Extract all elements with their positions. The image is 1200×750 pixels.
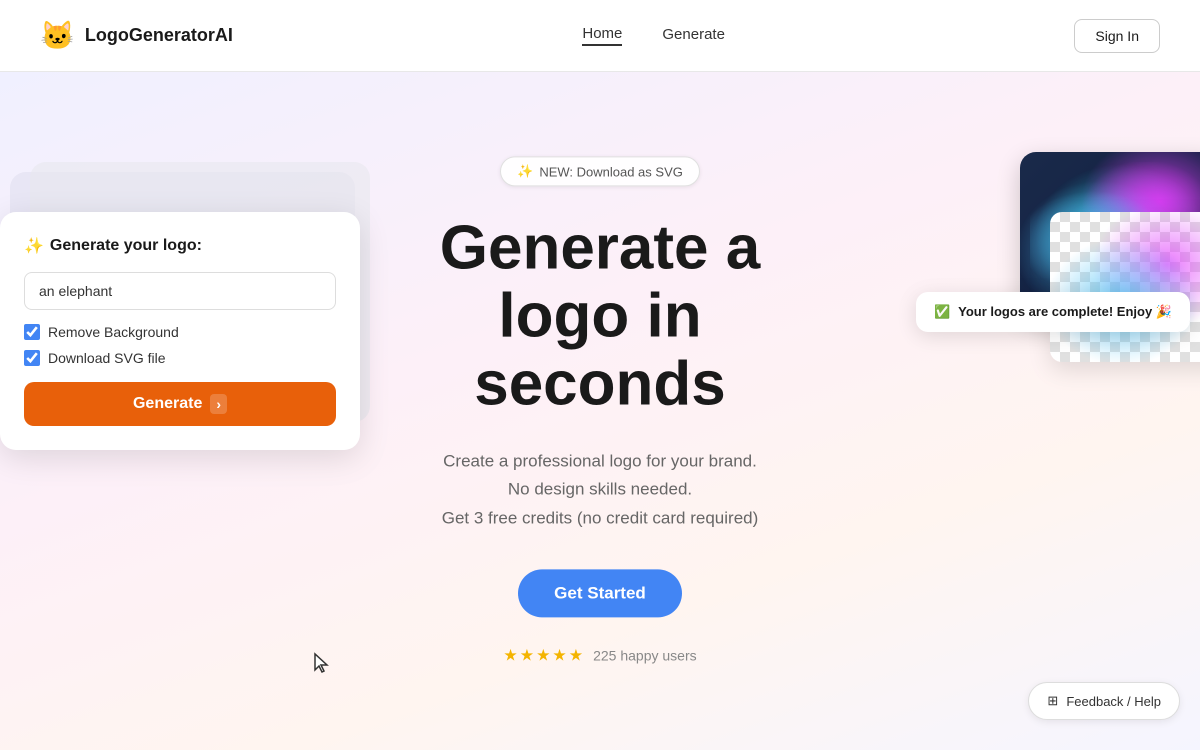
left-card-wrapper: ✨ Generate your logo: Remove Background … [0, 182, 340, 420]
toast-icon: ✅ [934, 304, 950, 320]
hero-center: ✨ NEW: Download as SVG Generate a logo i… [350, 156, 850, 665]
brand-icon: 🐱 [40, 19, 75, 52]
new-badge: ✨ NEW: Download as SVG [500, 156, 700, 186]
card-title: ✨ Generate your logo: [24, 236, 336, 256]
secondary-swirl [1050, 212, 1200, 362]
hero-subtitle-line3: Get 3 free credits (no credit card requi… [442, 509, 759, 528]
brand-name: LogoGeneratorAI [85, 25, 233, 46]
download-svg-row: Download SVG file [24, 350, 336, 366]
hero-title-line1: Generate a [440, 213, 761, 282]
download-svg-label[interactable]: Download SVG file [48, 350, 166, 366]
generate-button[interactable]: Generate › [24, 382, 336, 426]
cursor-icon [313, 652, 333, 676]
main-area: ✨ Generate your logo: Remove Background … [0, 72, 1200, 750]
get-started-button[interactable]: Get Started [518, 570, 682, 618]
badge-text: NEW: Download as SVG [539, 164, 683, 179]
nav-link-generate[interactable]: Generate [662, 26, 725, 45]
navbar: 🐱 LogoGeneratorAI Home Generate Sign In [0, 0, 1200, 72]
remove-bg-row: Remove Background [24, 324, 336, 340]
feedback-icon: ⊞ [1047, 693, 1058, 709]
logo-generator-card: ✨ Generate your logo: Remove Background … [0, 212, 360, 450]
feedback-label: Feedback / Help [1066, 694, 1161, 709]
nav-link-home[interactable]: Home [582, 25, 622, 46]
generate-btn-label: Generate [133, 395, 202, 413]
card-title-icon: ✨ [24, 236, 44, 256]
stars-row: ★★★★★ 225 happy users [350, 646, 850, 666]
completion-toast: ✅ Your logos are complete! Enjoy 🎉 [916, 292, 1190, 332]
hero-title: Generate a logo in seconds [350, 214, 850, 419]
toast-text: Your logos are complete! Enjoy 🎉 [958, 304, 1172, 320]
logo-preview-secondary [1050, 212, 1200, 362]
hero-title-line3: seconds [474, 350, 726, 419]
card-title-text: Generate your logo: [50, 237, 202, 255]
nav-links: Home Generate [582, 25, 725, 46]
remove-bg-checkbox[interactable] [24, 324, 40, 340]
sign-in-button[interactable]: Sign In [1074, 19, 1160, 53]
hero-subtitle-line1: Create a professional logo for your bran… [443, 451, 757, 470]
happy-users-text: 225 happy users [593, 648, 697, 664]
download-svg-checkbox[interactable] [24, 350, 40, 366]
brand-logo[interactable]: 🐱 LogoGeneratorAI [40, 19, 233, 52]
badge-icon: ✨ [517, 163, 533, 179]
stars-icon: ★★★★★ [503, 646, 585, 666]
logo-prompt-input[interactable] [24, 272, 336, 310]
generate-btn-arrow: › [210, 394, 227, 414]
feedback-button[interactable]: ⊞ Feedback / Help [1028, 682, 1180, 720]
hero-title-line2: logo in [498, 282, 701, 351]
hero-subtitle: Create a professional logo for your bran… [350, 447, 850, 534]
hero-subtitle-line2: No design skills needed. [508, 480, 692, 499]
remove-bg-label[interactable]: Remove Background [48, 324, 179, 340]
